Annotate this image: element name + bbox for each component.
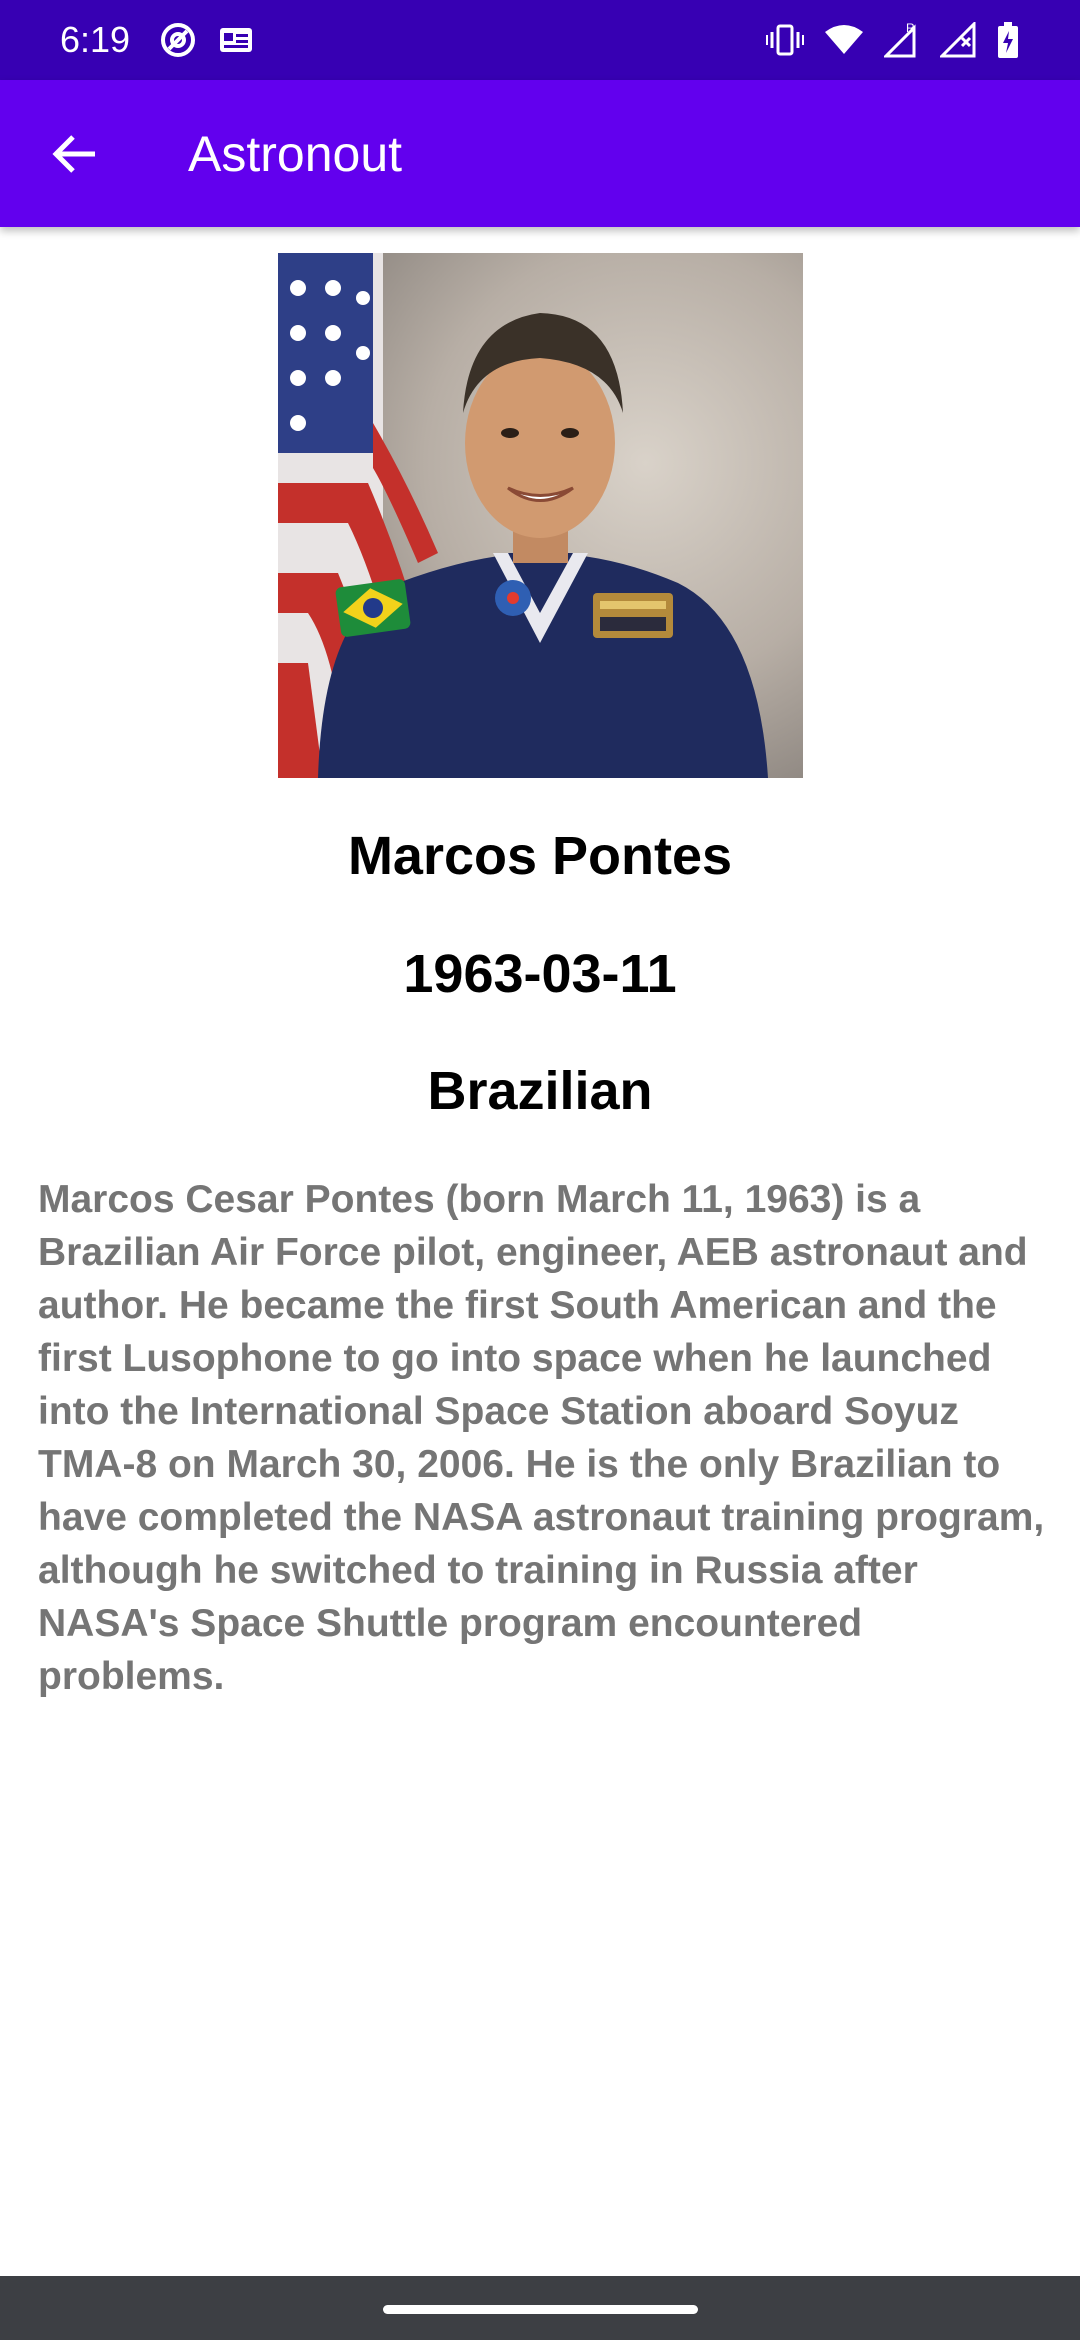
svg-text:R: R: [906, 22, 915, 35]
back-button[interactable]: [0, 80, 148, 227]
arrow-left-icon: [52, 134, 95, 173]
home-gesture-handle[interactable]: [382, 2304, 698, 2314]
app-bar: Astronout: [0, 80, 1080, 227]
page-title: Astronout: [188, 125, 403, 182]
wifi-icon: [825, 25, 863, 54]
nationality: Brazilian: [427, 1061, 653, 1121]
signal-icon: [940, 22, 976, 58]
status-left-icons: [160, 22, 254, 58]
birth-date: 1963-03-11: [403, 944, 677, 1004]
at-sign-icon: [161, 23, 196, 57]
astronaut-bio: Marcos Cesar Pontes (born March 11, 1963…: [38, 1178, 1045, 1698]
status-bar: 6:19 R: [0, 0, 1080, 80]
signal-r-icon: R: [884, 22, 916, 58]
astronaut-name: Marcos Pontes: [347, 826, 733, 886]
id-card-icon: [220, 28, 253, 52]
astronaut-photo: [278, 253, 803, 778]
battery-charging-icon: [998, 22, 1018, 58]
vibrate-icon: [766, 24, 804, 56]
status-right-icons: R: [766, 21, 1020, 59]
navigation-bar: [0, 2276, 1080, 2340]
status-time: 6:19: [60, 19, 131, 60]
